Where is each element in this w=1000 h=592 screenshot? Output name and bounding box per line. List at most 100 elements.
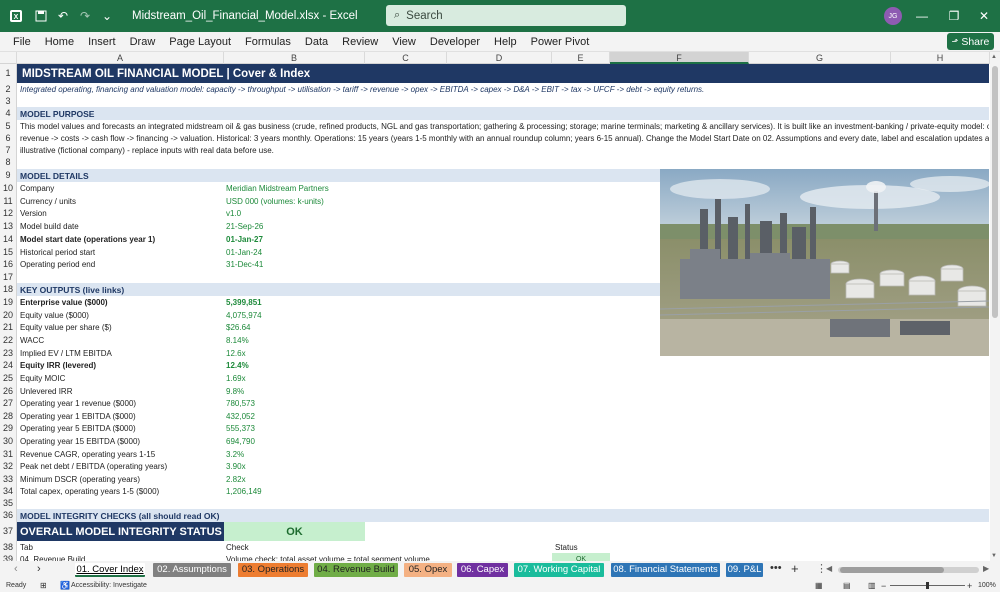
restore-icon[interactable]: ❐: [937, 0, 971, 32]
tab-data[interactable]: Data: [305, 36, 328, 48]
page-title[interactable]: MIDSTREAM OIL FINANCIAL MODEL | Cover & …: [22, 64, 310, 83]
search-box[interactable]: ⌕ Search: [386, 5, 626, 26]
row-header[interactable]: 29: [0, 422, 17, 435]
row-header[interactable]: 13: [0, 220, 17, 233]
prev-sheet-icon[interactable]: ‹: [14, 563, 18, 575]
tab-insert[interactable]: Insert: [88, 36, 116, 48]
output-value[interactable]: 5,399,851: [226, 296, 262, 309]
row-header[interactable]: 6: [0, 132, 17, 144]
next-sheet-icon[interactable]: ›: [37, 563, 41, 575]
detail-value[interactable]: v1.0: [226, 207, 241, 220]
row-header[interactable]: 21: [0, 321, 17, 334]
detail-label[interactable]: Version: [20, 207, 47, 220]
output-value[interactable]: 780,573: [226, 397, 255, 410]
output-label[interactable]: Operating year 5 EBITDA ($000): [20, 422, 136, 435]
column-header-f[interactable]: F: [610, 52, 749, 64]
tab-review[interactable]: Review: [342, 36, 378, 48]
select-all-corner[interactable]: [0, 52, 17, 64]
save-icon[interactable]: [30, 5, 52, 27]
output-label[interactable]: Equity value per share ($): [20, 321, 112, 334]
column-header-d[interactable]: D: [447, 52, 552, 64]
row-header[interactable]: 34: [0, 485, 17, 498]
tab-page-layout[interactable]: Page Layout: [169, 36, 231, 48]
output-value[interactable]: 3.90x: [226, 460, 246, 473]
scroll-up-icon[interactable]: ▲: [991, 54, 997, 60]
row-header[interactable]: 8: [0, 156, 17, 169]
output-value[interactable]: 12.4%: [226, 359, 249, 372]
tab-power-pivot[interactable]: Power Pivot: [531, 36, 590, 48]
detail-label[interactable]: Currency / units: [20, 195, 76, 207]
row-header[interactable]: 4: [0, 107, 17, 120]
row-header[interactable]: 37: [0, 522, 17, 541]
sheet-tab-opex[interactable]: 05. Opex: [404, 563, 452, 577]
output-value[interactable]: 432,052: [226, 410, 255, 422]
row-header[interactable]: 20: [0, 309, 17, 321]
zoom-in-icon[interactable]: +: [967, 581, 972, 591]
check-header-tab[interactable]: Tab: [20, 541, 33, 553]
output-label[interactable]: Revenue CAGR, operating years 1-15: [20, 448, 155, 460]
column-header-g[interactable]: G: [749, 52, 891, 64]
row-header[interactable]: 7: [0, 144, 17, 156]
customize-quick-access-icon[interactable]: ⌄: [96, 5, 118, 27]
row-header[interactable]: 24: [0, 359, 17, 372]
sheet-tab-operations[interactable]: 03. Operations: [238, 563, 308, 577]
output-label[interactable]: Unlevered IRR: [20, 385, 72, 397]
model-subtitle[interactable]: Integrated operating, financing and valu…: [20, 83, 704, 95]
section-title-model-purpose[interactable]: MODEL PURPOSE: [20, 107, 94, 120]
sheet-tab-assumptions[interactable]: 02. Assumptions: [153, 563, 231, 577]
tab-help[interactable]: Help: [494, 36, 517, 48]
minimize-icon[interactable]: —: [905, 0, 939, 32]
output-label[interactable]: Equity MOIC: [20, 372, 65, 385]
accessibility-status[interactable]: Accessibility: Investigate: [71, 582, 147, 589]
row-header[interactable]: 14: [0, 233, 17, 246]
row-header[interactable]: 12: [0, 207, 17, 220]
section-title-key-outputs[interactable]: KEY OUTPUTS (live links): [20, 283, 124, 296]
detail-value[interactable]: 01-Jan-24: [226, 246, 262, 258]
row-header[interactable]: 36: [0, 509, 17, 522]
output-label[interactable]: Operating year 1 revenue ($000): [20, 397, 136, 410]
row-header[interactable]: 38: [0, 541, 17, 553]
row-header[interactable]: 2: [0, 83, 17, 95]
section-title-integrity-checks[interactable]: MODEL INTEGRITY CHECKS (all should read …: [20, 509, 219, 522]
horizontal-scroll-thumb[interactable]: [840, 567, 944, 573]
tab-developer[interactable]: Developer: [430, 36, 480, 48]
output-label[interactable]: Peak net debt / EBITDA (operating years): [20, 460, 167, 473]
integrity-status-badge[interactable]: OK: [224, 522, 365, 541]
tab-formulas[interactable]: Formulas: [245, 36, 291, 48]
scroll-right-icon[interactable]: ▶: [983, 564, 989, 573]
output-label[interactable]: WACC: [20, 334, 44, 347]
row-header[interactable]: 5: [0, 120, 17, 132]
row-header[interactable]: 25: [0, 372, 17, 385]
sheet-tab-cover-index[interactable]: 01. Cover Index: [75, 563, 145, 577]
output-value[interactable]: 1,206,149: [226, 485, 262, 498]
row-header[interactable]: 23: [0, 347, 17, 359]
output-value[interactable]: $26.64: [226, 321, 250, 334]
column-header-e[interactable]: E: [552, 52, 610, 64]
integrity-status-label[interactable]: OVERALL MODEL INTEGRITY STATUS: [17, 522, 224, 541]
more-sheets-icon[interactable]: •••: [770, 562, 782, 574]
row-header[interactable]: 22: [0, 334, 17, 347]
row-header[interactable]: 3: [0, 95, 17, 107]
output-label[interactable]: Enterprise value ($000): [20, 296, 108, 309]
scroll-down-icon[interactable]: ▼: [991, 553, 997, 559]
purpose-text-line[interactable]: illustrative (fictional company) - repla…: [20, 144, 274, 156]
detail-value[interactable]: 31-Dec-41: [226, 258, 263, 271]
detail-label[interactable]: Model start date (operations year 1): [20, 233, 155, 246]
check-description[interactable]: Volume check: total asset volume = total…: [226, 553, 430, 562]
output-value[interactable]: 4,075,974: [226, 309, 262, 321]
sheet-tab-working-capital[interactable]: 07. Working Capital: [514, 563, 604, 577]
status-badge[interactable]: OK: [552, 553, 610, 561]
detail-value[interactable]: Meridian Midstream Partners: [226, 182, 329, 195]
zoom-slider-thumb[interactable]: [926, 582, 929, 589]
column-header-c[interactable]: C: [365, 52, 447, 64]
output-value[interactable]: 12.6x: [226, 347, 246, 359]
purpose-text-line[interactable]: revenue -> costs -> cash flow -> financi…: [20, 132, 989, 144]
tab-home[interactable]: Home: [45, 36, 74, 48]
row-header[interactable]: 32: [0, 460, 17, 473]
detail-label[interactable]: Historical period start: [20, 246, 95, 258]
column-header-a[interactable]: A: [17, 52, 224, 64]
output-value[interactable]: 1.69x: [226, 372, 246, 385]
vertical-scroll-thumb[interactable]: [992, 66, 998, 318]
purpose-text-line[interactable]: This model values and forecasts an integ…: [20, 120, 989, 132]
row-header[interactable]: 27: [0, 397, 17, 410]
